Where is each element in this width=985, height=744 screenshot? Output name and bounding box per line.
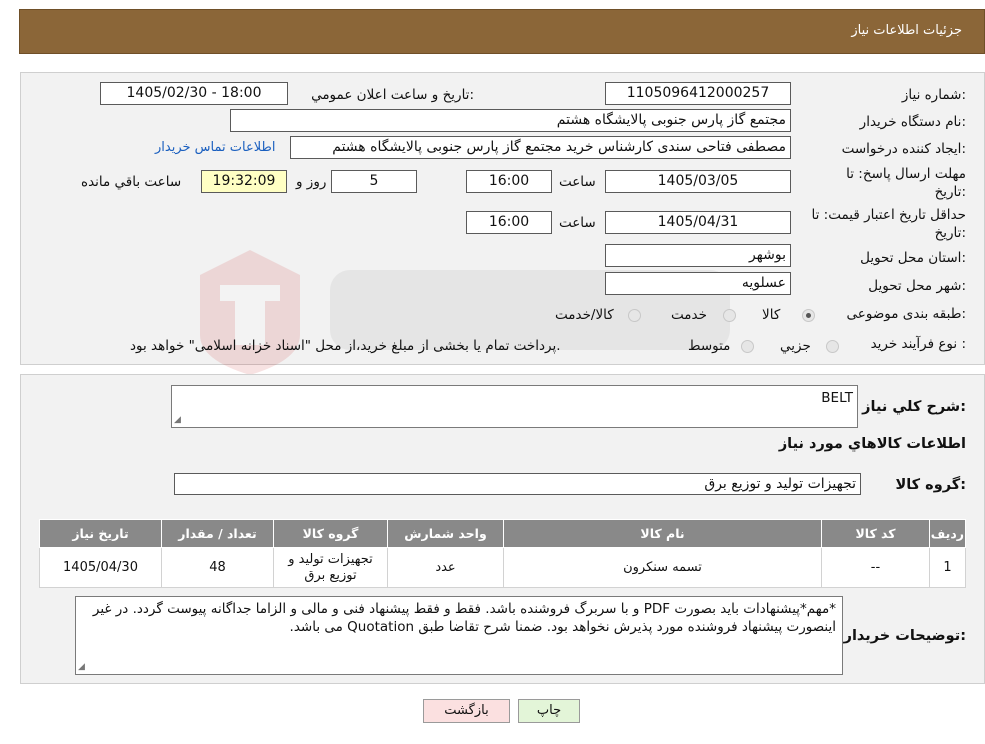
cell-goods-group: تجهیزات تولید و توزیع برق xyxy=(273,547,388,588)
cell-row-number: 1 xyxy=(929,547,966,588)
col-goods-group: گروه کالا xyxy=(273,519,388,548)
price-validity-label-2: تاریخ: xyxy=(934,225,966,241)
reply-time-label: ساعت xyxy=(559,174,596,190)
general-desc-text: BELT xyxy=(821,390,853,406)
days-label: روز و xyxy=(296,174,327,190)
cell-unit: عدد xyxy=(387,547,504,588)
province-field: بوشهر xyxy=(605,244,791,267)
general-desc-field: BELT ◢ xyxy=(171,385,858,428)
need-number-field: 1105096412000257 xyxy=(605,82,791,105)
announce-label: تاریخ و ساعت اعلان عمومي: xyxy=(311,87,474,103)
buyer-notes-field: *مهم*پیشنهادات باید بصورت PDF و با سربرگ… xyxy=(75,596,843,675)
col-goods-name: نام کالا xyxy=(503,519,822,548)
category-option-goods: کالا xyxy=(762,307,781,323)
category-label: طبقه بندی موضوعی: xyxy=(846,306,966,322)
print-button[interactable]: چاپ xyxy=(518,699,580,723)
goods-info-title: اطلاعات كالاهاي مورد نياز xyxy=(778,436,966,452)
city-label: شهر محل تحویل: xyxy=(868,278,966,294)
need-number-label: شماره نیاز: xyxy=(901,87,966,103)
buyer-notes-label: توضیحات خریدار: xyxy=(843,628,966,644)
reply-date-field: 1405/03/05 xyxy=(605,170,791,193)
col-row-number: رديف xyxy=(929,519,966,548)
city-field: عسلویه xyxy=(605,272,791,295)
buyer-contact-link[interactable]: اطلاعات تماس خریدار xyxy=(155,140,275,155)
reply-deadline-label: مهلت ارسال پاسخ: تا xyxy=(846,166,966,182)
col-quantity: تعداد / مقدار xyxy=(161,519,274,548)
table-header-row: رديف کد کالا نام کالا واحد شمارش گروه کا… xyxy=(39,519,966,548)
category-radio-both[interactable] xyxy=(628,309,641,322)
page-title: جزئیات اطلاعات نیاز xyxy=(851,23,962,38)
days-field: 5 xyxy=(331,170,417,193)
reply-deadline-label-2: تاریخ: xyxy=(934,184,966,200)
remaining-time-field: 19:32:09 xyxy=(201,170,287,193)
cell-quantity: 48 xyxy=(161,547,274,588)
category-radio-service[interactable] xyxy=(723,309,736,322)
process-option-minor: جزیي xyxy=(780,338,811,354)
cell-goods-name: تسمه سنکرون xyxy=(503,547,822,588)
process-option-medium: متوسط xyxy=(688,338,731,354)
price-validity-label: حداقل تاریخ اعتبار قیمت: تا xyxy=(811,207,966,223)
buyer-org-label: نام دستگاه خريدار: xyxy=(859,114,966,130)
requester-field: مصطفی فتاحی سندی کارشناس خرید مجتمع گاز … xyxy=(290,136,791,159)
buyer-notes-text: *مهم*پیشنهادات باید بصورت PDF و با سربرگ… xyxy=(92,601,836,635)
announce-field: 1405/02/30 - 18:00 xyxy=(100,82,288,105)
table-row: 1 -- تسمه سنکرون عدد تجهیزات تولید و توز… xyxy=(39,547,966,588)
general-desc-label: شرح كلي نياز: xyxy=(862,399,966,415)
col-unit: واحد شمارش xyxy=(387,519,504,548)
category-option-service: خدمت xyxy=(671,307,707,323)
category-radio-goods[interactable] xyxy=(802,309,815,322)
process-radio-medium[interactable] xyxy=(741,340,754,353)
back-button[interactable]: بازگشت xyxy=(423,699,510,723)
province-label: استان محل تحویل: xyxy=(860,250,966,266)
cell-goods-code: -- xyxy=(821,547,930,588)
cell-need-date: 1405/04/30 xyxy=(39,547,162,588)
resize-grip-icon[interactable]: ◢ xyxy=(174,416,181,425)
price-validity-date-field: 1405/04/31 xyxy=(605,211,791,234)
price-validity-time-field: 16:00 xyxy=(466,211,552,234)
goods-group-field: تجهیزات تولید و توزیع برق xyxy=(174,473,861,495)
requester-label: ایجاد کننده درخواست: xyxy=(841,141,966,157)
buyer-org-field: مجتمع گاز پارس جنوبی پالایشگاه هشتم xyxy=(230,109,791,132)
reply-time-field: 16:00 xyxy=(466,170,552,193)
process-type-label: نوع فرآیند خرید : xyxy=(870,336,966,352)
col-need-date: تاریخ نیاز xyxy=(39,519,162,548)
remaining-time-label: ساعت باقي مانده xyxy=(81,174,182,190)
page-header: جزئیات اطلاعات نیاز xyxy=(19,9,985,54)
goods-table: رديف کد کالا نام کالا واحد شمارش گروه کا… xyxy=(39,519,966,588)
process-type-note: پرداخت تمام یا بخشی از مبلغ خرید،از محل … xyxy=(130,338,561,354)
goods-group-label: گروه کالا: xyxy=(895,477,966,493)
process-radio-minor[interactable] xyxy=(826,340,839,353)
category-option-both: کالا/خدمت xyxy=(555,307,614,323)
col-goods-code: کد کالا xyxy=(821,519,930,548)
price-validity-time-label: ساعت xyxy=(559,215,596,231)
resize-grip-icon[interactable]: ◢ xyxy=(78,663,85,672)
